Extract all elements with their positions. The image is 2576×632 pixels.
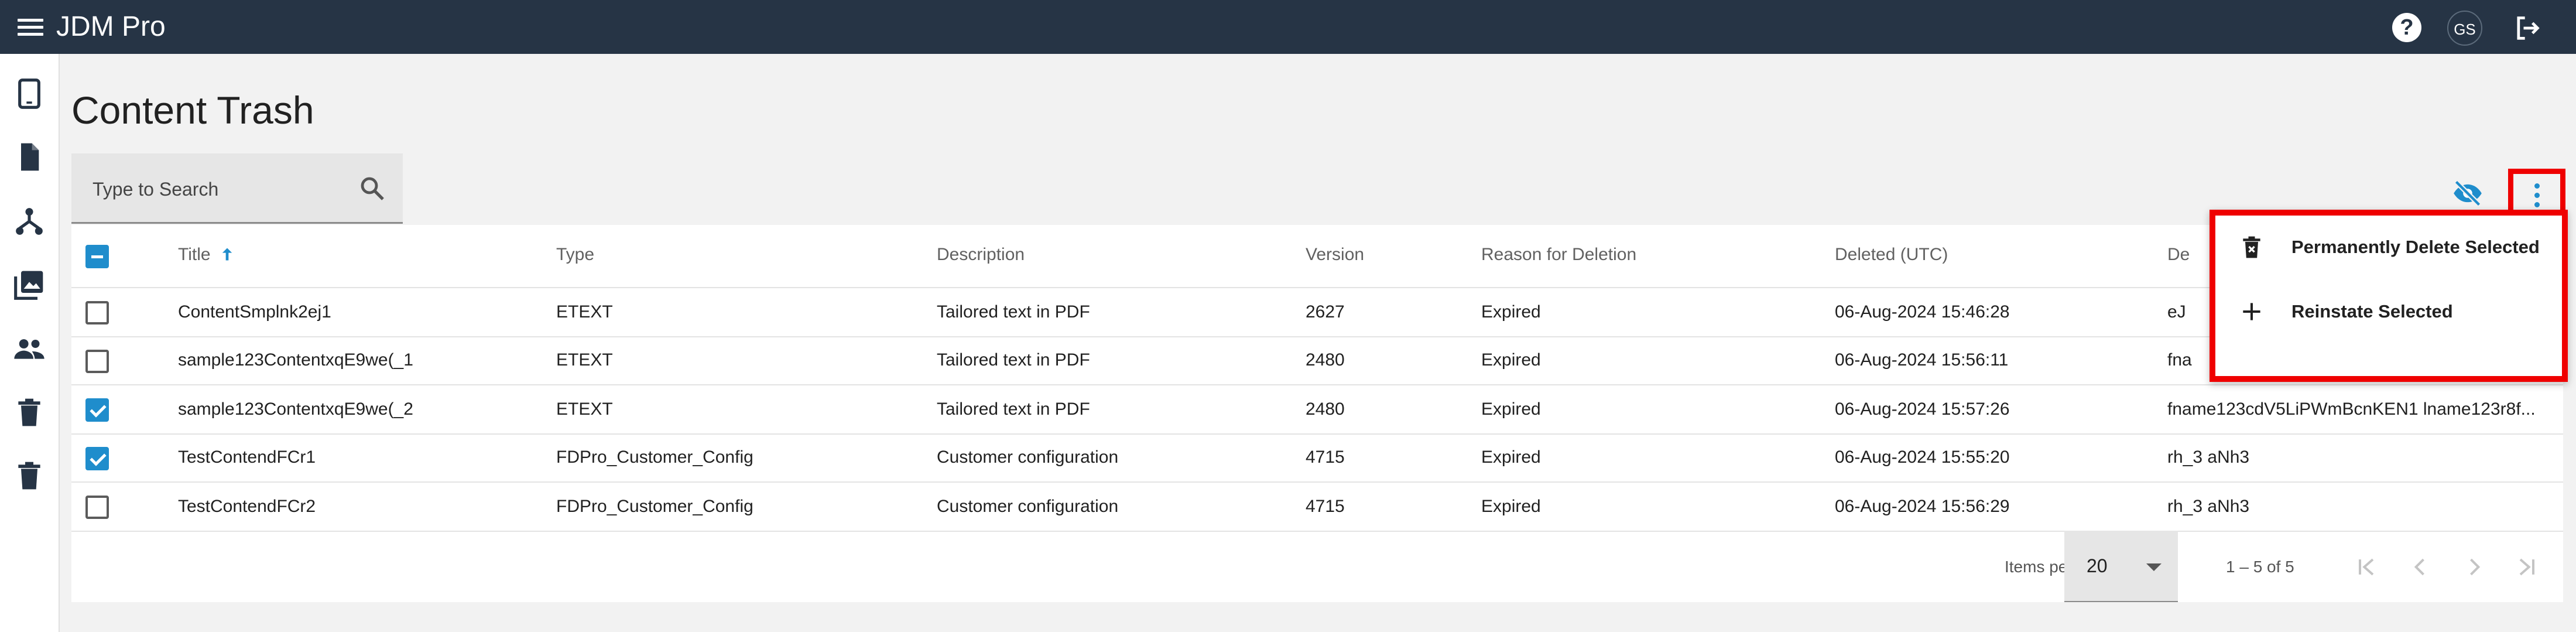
table-row[interactable]: sample123ContentxqE9we(_2 ETEXT Tailored… <box>71 385 2563 435</box>
people-icon[interactable] <box>13 332 46 364</box>
cell-deleted-by: fname123cdV5LiPWmBcnKEN1 lname123r8f... <box>2167 399 2536 419</box>
trash-icon[interactable] <box>13 396 46 429</box>
cell-version: 2480 <box>1306 350 1345 370</box>
cell-deleted: 06-Aug-2024 15:46:28 <box>1835 302 2010 322</box>
menu-item-permanently-delete[interactable]: Permanently Delete Selected <box>2215 216 2562 279</box>
table-row[interactable]: TestContendFCr1 FDPro_Customer_Config Cu… <box>71 435 2563 483</box>
visibility-off-icon[interactable] <box>2451 178 2485 209</box>
hamburger-menu-icon[interactable] <box>16 15 44 39</box>
page-title: Content Trash <box>71 88 314 132</box>
row-checkbox[interactable] <box>85 398 109 422</box>
logout-icon[interactable] <box>2512 13 2543 43</box>
cell-description: Tailored text in PDF <box>937 350 1090 370</box>
cell-type: ETEXT <box>556 350 613 370</box>
trash-table: Title Type Description Version Reason fo… <box>71 225 2563 602</box>
tablet-icon[interactable] <box>13 77 46 110</box>
hierarchy-icon[interactable] <box>13 205 46 238</box>
column-header-title[interactable]: Title <box>178 245 211 265</box>
photo-library-icon[interactable] <box>13 268 46 301</box>
plus-icon <box>2243 303 2260 320</box>
first-page-icon[interactable] <box>2354 554 2379 580</box>
select-all-checkbox[interactable] <box>85 245 109 268</box>
page-range-label: 1 – 5 of 5 <box>2226 558 2294 576</box>
cell-title: ContentSmplnk2ej1 <box>178 302 331 322</box>
dropdown-arrow-icon <box>2146 563 2161 571</box>
cell-deleted-by: fna <box>2167 350 2192 370</box>
cell-reason: Expired <box>1481 447 1541 467</box>
column-header-deleted-by[interactable]: De <box>2167 245 2190 265</box>
cell-title: sample123ContentxqE9we(_1 <box>178 350 413 370</box>
previous-page-icon[interactable] <box>2407 554 2433 580</box>
cell-title: TestContendFCr2 <box>178 497 316 516</box>
delete-forever-icon <box>2243 236 2260 258</box>
column-header-description[interactable]: Description <box>937 245 1025 265</box>
sidebar <box>0 54 60 632</box>
cell-version: 2480 <box>1306 399 1345 419</box>
last-page-icon[interactable] <box>2514 554 2540 580</box>
cell-reason: Expired <box>1481 399 1541 419</box>
search-icon[interactable] <box>358 175 386 203</box>
top-app-bar: JDM Pro ? GS <box>0 0 2576 54</box>
cell-deleted: 06-Aug-2024 15:56:29 <box>1835 497 2010 516</box>
cell-deleted: 06-Aug-2024 15:55:20 <box>1835 447 2010 467</box>
menu-item-label: Permanently Delete Selected <box>2291 237 2540 257</box>
cell-version: 4715 <box>1306 447 1345 467</box>
cell-deleted: 06-Aug-2024 15:57:26 <box>1835 399 2010 419</box>
row-checkbox[interactable] <box>85 447 109 470</box>
column-header-version[interactable]: Version <box>1306 245 1364 265</box>
cell-reason: Expired <box>1481 302 1541 322</box>
cell-deleted-by: rh_3 aNh3 <box>2167 497 2250 516</box>
cell-version: 2627 <box>1306 302 1345 322</box>
table-row[interactable]: sample123ContentxqE9we(_1 ETEXT Tailored… <box>71 337 2563 385</box>
column-header-deleted[interactable]: Deleted (UTC) <box>1835 245 1948 265</box>
menu-item-label: Reinstate Selected <box>2291 301 2453 322</box>
more-options-menu: Permanently Delete Selected Reinstate Se… <box>2210 210 2568 382</box>
page-size-value: 20 <box>2087 555 2108 576</box>
cell-deleted-by: rh_3 aNh3 <box>2167 447 2250 467</box>
trash-icon[interactable] <box>13 459 46 492</box>
column-header-type[interactable]: Type <box>556 245 594 265</box>
cell-version: 4715 <box>1306 497 1345 516</box>
cell-description: Customer configuration <box>937 447 1119 467</box>
row-checkbox[interactable] <box>85 350 109 373</box>
help-icon[interactable]: ? <box>2392 13 2421 42</box>
more-options-button[interactable] <box>2508 169 2565 216</box>
table-row[interactable]: ContentSmplnk2ej1 ETEXT Tailored text in… <box>71 288 2563 337</box>
search-input[interactable] <box>91 172 351 206</box>
cell-description: Tailored text in PDF <box>937 399 1090 419</box>
user-avatar[interactable]: GS <box>2447 11 2482 46</box>
table-header-row: Title Type Description Version Reason fo… <box>71 225 2563 288</box>
table-row[interactable]: TestContendFCr2 FDPro_Customer_Config Cu… <box>71 483 2563 532</box>
cell-description: Tailored text in PDF <box>937 302 1090 322</box>
page-size-select[interactable]: 20 <box>2064 531 2178 602</box>
cell-type: FDPro_Customer_Config <box>556 447 753 467</box>
cell-type: FDPro_Customer_Config <box>556 497 753 516</box>
app-title: JDM Pro <box>56 11 166 42</box>
search-box <box>71 153 403 224</box>
cell-deleted-by: eJ <box>2167 302 2186 322</box>
sort-ascending-icon <box>222 248 232 261</box>
next-page-icon[interactable] <box>2461 554 2487 580</box>
cell-reason: Expired <box>1481 350 1541 370</box>
cell-type: ETEXT <box>556 399 613 419</box>
cell-title: TestContendFCr1 <box>178 447 316 467</box>
menu-item-reinstate[interactable]: Reinstate Selected <box>2215 280 2562 343</box>
row-checkbox[interactable] <box>85 496 109 519</box>
document-icon[interactable] <box>13 141 46 173</box>
cell-type: ETEXT <box>556 302 613 322</box>
cell-reason: Expired <box>1481 497 1541 516</box>
cell-description: Customer configuration <box>937 497 1119 516</box>
cell-title: sample123ContentxqE9we(_2 <box>178 399 413 419</box>
row-checkbox[interactable] <box>85 301 109 324</box>
column-header-reason[interactable]: Reason for Deletion <box>1481 245 1636 265</box>
cell-deleted: 06-Aug-2024 15:56:11 <box>1835 350 2009 370</box>
